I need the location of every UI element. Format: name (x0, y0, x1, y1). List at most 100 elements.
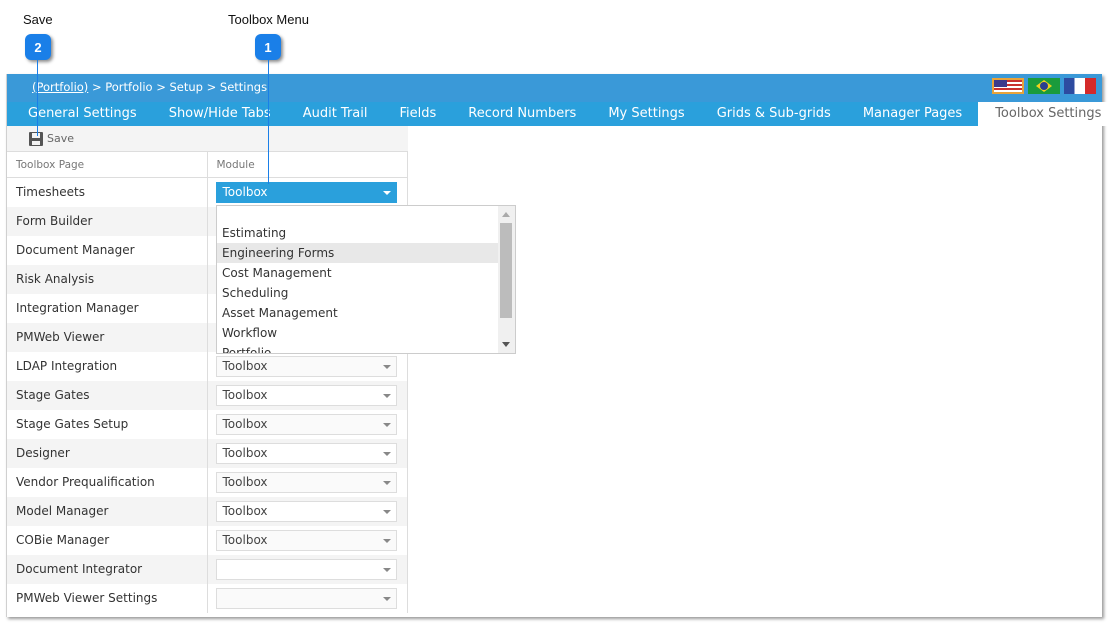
toolbox-page-name: Integration Manager (7, 294, 208, 323)
table-row: Document Integrator (7, 555, 407, 584)
dropdown-scrollbar[interactable] (498, 206, 515, 353)
module-select[interactable]: Toolbox (215, 501, 397, 522)
module-select[interactable]: Toolbox (215, 182, 397, 203)
scroll-down-arrow-icon[interactable] (502, 342, 510, 347)
module-select[interactable]: Toolbox (215, 530, 397, 551)
table-row: Timesheets Toolbox (7, 178, 407, 207)
dropdown-option[interactable]: Cost Management (217, 263, 498, 283)
toolbox-page-name: PMWeb Viewer Settings (7, 584, 208, 613)
tab-audit-trail[interactable]: Audit Trail (287, 102, 384, 126)
toolbox-page-name: Designer (7, 439, 208, 468)
module-select[interactable]: Toolbox (215, 472, 397, 493)
module-cell: Toolbox (208, 497, 407, 526)
module-select[interactable] (215, 588, 397, 609)
table-row: LDAP Integration Toolbox (7, 352, 407, 381)
dropdown-option[interactable]: Asset Management (217, 303, 498, 323)
tab-show-hide-tabs[interactable]: Show/Hide Tabs (153, 102, 287, 126)
tab-my-settings[interactable]: My Settings (592, 102, 700, 126)
toolbox-page-name: COBie Manager (7, 526, 208, 555)
callout-line-toolbox-menu (268, 60, 269, 184)
top-bar: (Portfolio) > Portfolio > Setup > Settin… (7, 74, 1102, 102)
tab-general-settings[interactable]: General Settings (7, 102, 153, 126)
chevron-down-icon[interactable] (382, 568, 391, 572)
module-select-value: Toolbox (222, 533, 268, 547)
module-cell: Toolbox (208, 381, 407, 410)
tab-bar: General Settings Show/Hide Tabs Audit Tr… (7, 102, 1108, 126)
module-cell: Toolbox (208, 410, 407, 439)
chevron-down-icon[interactable] (382, 481, 391, 485)
module-select[interactable]: Toolbox (215, 356, 397, 377)
floppy-disk-icon[interactable] (29, 131, 43, 146)
us-flag-icon[interactable] (992, 78, 1024, 94)
module-cell: Toolbox (208, 178, 407, 207)
france-flag-icon[interactable] (1064, 78, 1096, 94)
module-select-value: Toolbox (222, 475, 268, 489)
module-dropdown-list[interactable]: Estimating Engineering Forms Cost Manageme… (216, 205, 516, 354)
table-row: Model Manager Toolbox (7, 497, 407, 526)
module-select-value: Toolbox (222, 185, 268, 199)
breadcrumb-path: > Portfolio > Setup > Settings (88, 80, 268, 94)
dropdown-option[interactable]: Engineering Forms (217, 243, 498, 263)
toolbox-page-name: Stage Gates (7, 381, 208, 410)
brazil-flag-icon[interactable] (1028, 78, 1060, 94)
chevron-down-icon[interactable] (382, 597, 391, 601)
chevron-down-icon[interactable] (382, 510, 391, 514)
module-select-value: Toolbox (222, 504, 268, 518)
module-cell: Toolbox (208, 352, 407, 381)
scrollbar-thumb[interactable] (500, 223, 512, 318)
breadcrumb-link-portfolio[interactable]: (Portfolio) (32, 80, 88, 94)
chevron-down-icon[interactable] (382, 452, 391, 456)
tab-manager-pages[interactable]: Manager Pages (847, 102, 978, 126)
module-select-value: Toolbox (222, 359, 268, 373)
chevron-down-icon[interactable] (382, 365, 391, 369)
chevron-down-icon[interactable] (382, 394, 391, 398)
tab-record-numbers[interactable]: Record Numbers (452, 102, 592, 126)
module-select[interactable]: Toolbox (215, 385, 397, 406)
toolbox-page-name: PMWeb Viewer (7, 323, 208, 352)
dropdown-option[interactable]: Workflow (217, 323, 498, 343)
tab-grids-sub-grids[interactable]: Grids & Sub-grids (701, 102, 847, 126)
tab-fields[interactable]: Fields (384, 102, 453, 126)
toolbox-page-name: Vendor Prequalification (7, 468, 208, 497)
save-button[interactable]: Save (47, 132, 74, 145)
table-row: Designer Toolbox (7, 439, 407, 468)
table-row: COBie Manager Toolbox (7, 526, 407, 555)
chevron-down-icon[interactable] (382, 423, 391, 427)
module-cell (208, 584, 407, 613)
dropdown-options: Estimating Engineering Forms Cost Manageme… (217, 206, 515, 353)
toolbox-page-name: Model Manager (7, 497, 208, 526)
table-row: PMWeb Viewer Settings (7, 584, 407, 613)
toolbar: Save (7, 126, 408, 152)
dropdown-option[interactable]: Scheduling (217, 283, 498, 303)
breadcrumb: (Portfolio) > Portfolio > Setup > Settin… (32, 80, 267, 94)
dropdown-option[interactable]: Estimating (217, 223, 498, 243)
column-header-toolbox-page[interactable]: Toolbox Page (7, 152, 208, 177)
callout-label-toolbox-menu: Toolbox Menu (228, 12, 309, 27)
toolbox-page-name: Document Manager (7, 236, 208, 265)
module-cell (208, 555, 407, 584)
module-select[interactable]: Toolbox (215, 443, 397, 464)
module-cell: Toolbox (208, 468, 407, 497)
callout-line-save (37, 60, 38, 136)
callout-badge-2: 2 (25, 34, 51, 60)
module-cell: Toolbox (208, 526, 407, 555)
grid-header: Toolbox Page Module (7, 152, 407, 178)
table-row: Stage Gates Toolbox (7, 381, 407, 410)
dropdown-option[interactable]: Portfolio (217, 343, 498, 353)
toolbox-page-name: Stage Gates Setup (7, 410, 208, 439)
tab-toolbox-settings[interactable]: Toolbox Settings (978, 102, 1108, 126)
chevron-down-icon[interactable] (382, 539, 391, 543)
scroll-up-arrow-icon[interactable] (502, 212, 510, 217)
language-flags (992, 78, 1096, 94)
column-header-module[interactable]: Module (208, 152, 408, 177)
toolbox-page-name: Form Builder (7, 207, 208, 236)
table-row: Vendor Prequalification Toolbox (7, 468, 407, 497)
callout-badge-1: 1 (255, 34, 281, 60)
callout-label-save: Save (23, 12, 53, 27)
toolbox-page-name: Risk Analysis (7, 265, 208, 294)
module-select[interactable] (215, 559, 397, 580)
module-select-value: Toolbox (222, 446, 268, 460)
chevron-down-icon[interactable] (382, 191, 391, 195)
module-cell: Toolbox (208, 439, 407, 468)
module-select[interactable]: Toolbox (215, 414, 397, 435)
